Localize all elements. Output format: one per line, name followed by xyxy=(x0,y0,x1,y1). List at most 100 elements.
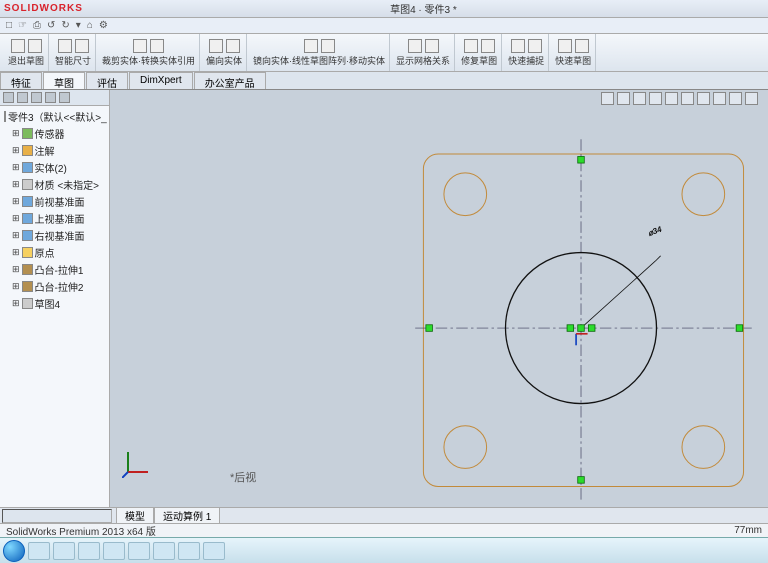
h-scrollbar[interactable] xyxy=(2,509,112,523)
tree-item[interactable]: ⊞上视基准面 xyxy=(2,210,107,227)
taskbar-button[interactable] xyxy=(78,542,100,560)
tree-item[interactable]: ⊞草图4 xyxy=(2,295,107,312)
ribbon-group[interactable]: 退出草图 xyxy=(4,34,49,71)
ribbon-group[interactable]: 快速草图 xyxy=(551,34,596,71)
taskbar-button[interactable] xyxy=(53,542,75,560)
view-tool-button[interactable] xyxy=(665,92,678,105)
ribbon-icon[interactable] xyxy=(558,39,572,53)
ribbon-icon[interactable] xyxy=(464,39,478,53)
command-tab[interactable]: 评估 xyxy=(86,72,128,89)
ribbon-group[interactable]: 镜向实体·线性草图阵列·移动实体 xyxy=(249,34,390,71)
tree-item[interactable]: ⊞原点 xyxy=(2,244,107,261)
ribbon-icon[interactable] xyxy=(408,39,422,53)
view-tool-button[interactable] xyxy=(729,92,742,105)
ribbon-icon[interactable] xyxy=(511,39,525,53)
qat-button[interactable]: □ xyxy=(6,20,12,31)
qat-button[interactable]: ↺ xyxy=(47,20,55,31)
ribbon-icon[interactable] xyxy=(11,39,25,53)
ribbon-group[interactable]: 智能尺寸 xyxy=(51,34,96,71)
sketch-canvas[interactable]: ⌀34 xyxy=(110,90,768,507)
view-tool-button[interactable] xyxy=(601,92,614,105)
sketch-handle[interactable] xyxy=(426,325,433,332)
fm-tab-icon[interactable] xyxy=(3,92,14,103)
ribbon-icon[interactable] xyxy=(481,39,495,53)
sketch-handle[interactable] xyxy=(736,325,743,332)
qat-button[interactable]: ↻ xyxy=(61,20,69,31)
expand-icon[interactable]: ⊞ xyxy=(12,230,20,241)
ribbon-icon[interactable] xyxy=(133,39,147,53)
start-button[interactable] xyxy=(3,540,25,562)
ribbon-icon[interactable] xyxy=(209,39,223,53)
sketch-handle[interactable] xyxy=(588,325,595,332)
ribbon-icon[interactable] xyxy=(304,39,318,53)
taskbar-button[interactable] xyxy=(128,542,150,560)
view-tool-button[interactable] xyxy=(617,92,630,105)
taskbar-button[interactable] xyxy=(103,542,125,560)
ribbon-group[interactable]: 快速捕捉 xyxy=(504,34,549,71)
ribbon-icon[interactable] xyxy=(226,39,240,53)
taskbar-button[interactable] xyxy=(28,542,50,560)
taskbar-button[interactable] xyxy=(153,542,175,560)
tree-item[interactable]: ⊞前视基准面 xyxy=(2,193,107,210)
sketch-handle[interactable] xyxy=(578,156,585,163)
expand-icon[interactable]: ⊞ xyxy=(12,281,20,292)
qat-button[interactable]: ☞ xyxy=(18,20,27,31)
tree-item[interactable]: ⊞注解 xyxy=(2,142,107,159)
ribbon-icon[interactable] xyxy=(321,39,335,53)
view-tool-button[interactable] xyxy=(633,92,646,105)
view-tool-button[interactable] xyxy=(697,92,710,105)
tree-item[interactable]: 零件3（默认<<默认>_显示状态 xyxy=(2,108,107,125)
fm-tab-icon[interactable] xyxy=(17,92,28,103)
command-tab[interactable]: 草图 xyxy=(43,72,85,89)
ribbon-icon[interactable] xyxy=(575,39,589,53)
tree-item[interactable]: ⊞实体(2) xyxy=(2,159,107,176)
command-tab[interactable]: 特征 xyxy=(0,72,42,89)
expand-icon[interactable]: ⊞ xyxy=(12,247,20,258)
qat-button[interactable]: ⚙ xyxy=(99,20,108,31)
expand-icon[interactable]: ⊞ xyxy=(12,196,20,207)
view-tool-button[interactable] xyxy=(713,92,726,105)
expand-icon[interactable]: ⊞ xyxy=(12,264,20,275)
ribbon-icon[interactable] xyxy=(425,39,439,53)
tree-item[interactable]: ⊞右视基准面 xyxy=(2,227,107,244)
qat-button[interactable]: ⎙ xyxy=(33,20,41,31)
qat-button[interactable]: ⌂ xyxy=(87,20,93,31)
ribbon-icon[interactable] xyxy=(58,39,72,53)
fm-tab-icon[interactable] xyxy=(31,92,42,103)
taskbar-button[interactable] xyxy=(203,542,225,560)
fm-tab-icon[interactable] xyxy=(45,92,56,103)
sketch-handle[interactable] xyxy=(578,477,585,484)
sketch-handle[interactable] xyxy=(578,325,585,332)
sheet-tab[interactable]: 运动算例 1 xyxy=(154,507,220,524)
tree-item[interactable]: ⊞材质 <未指定> xyxy=(2,176,107,193)
qat-button[interactable]: ▾ xyxy=(76,20,81,31)
ribbon-group[interactable]: 偏向实体 xyxy=(202,34,247,71)
tree-item[interactable]: ⊞凸台-拉伸2 xyxy=(2,278,107,295)
tree-item-icon xyxy=(22,298,33,309)
tree-item[interactable]: ⊞传感器 xyxy=(2,125,107,142)
ribbon-icon[interactable] xyxy=(150,39,164,53)
expand-icon[interactable]: ⊞ xyxy=(12,298,20,309)
expand-icon[interactable]: ⊞ xyxy=(12,213,20,224)
ribbon-group[interactable]: 显示网格关系 xyxy=(392,34,455,71)
fm-tab-icon[interactable] xyxy=(59,92,70,103)
expand-icon[interactable]: ⊞ xyxy=(12,162,20,173)
sheet-tab[interactable]: 模型 xyxy=(116,507,154,524)
ribbon-icon[interactable] xyxy=(28,39,42,53)
expand-icon[interactable]: ⊞ xyxy=(12,179,20,190)
ribbon-group[interactable]: 修复草图 xyxy=(457,34,502,71)
view-tool-button[interactable] xyxy=(681,92,694,105)
ribbon-icon[interactable] xyxy=(75,39,89,53)
command-tab[interactable]: 办公室产品 xyxy=(194,72,266,89)
view-tool-button[interactable] xyxy=(649,92,662,105)
expand-icon[interactable]: ⊞ xyxy=(12,145,20,156)
expand-icon[interactable]: ⊞ xyxy=(12,128,20,139)
ribbon-group[interactable]: 裁剪实体·转换实体引用 xyxy=(98,34,200,71)
view-tool-button[interactable] xyxy=(745,92,758,105)
graphics-area[interactable]: ⌀34 *后视 xyxy=(110,90,768,507)
taskbar-button[interactable] xyxy=(178,542,200,560)
command-tab[interactable]: DimXpert xyxy=(129,72,193,89)
tree-item[interactable]: ⊞凸台-拉伸1 xyxy=(2,261,107,278)
ribbon-icon[interactable] xyxy=(528,39,542,53)
sketch-handle[interactable] xyxy=(567,325,574,332)
